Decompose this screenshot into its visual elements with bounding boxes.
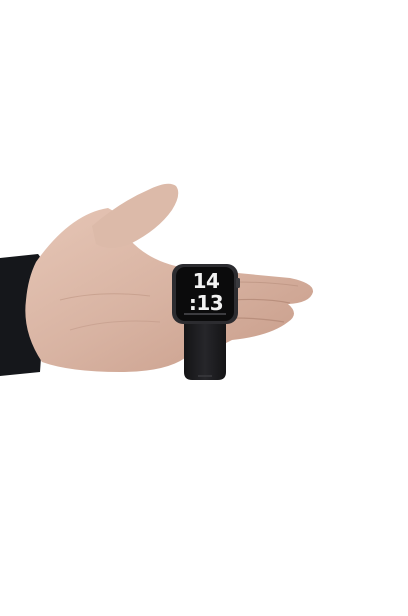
- watch-crown: [236, 278, 240, 288]
- watch-time-display: 14 :13: [181, 270, 231, 314]
- photo-scene: 14 :13: [0, 0, 408, 612]
- watch-band-lower: [184, 318, 226, 380]
- hand: [25, 183, 314, 372]
- watch-time-hours: 14: [192, 269, 220, 293]
- watch-time-minutes: :13: [188, 291, 224, 315]
